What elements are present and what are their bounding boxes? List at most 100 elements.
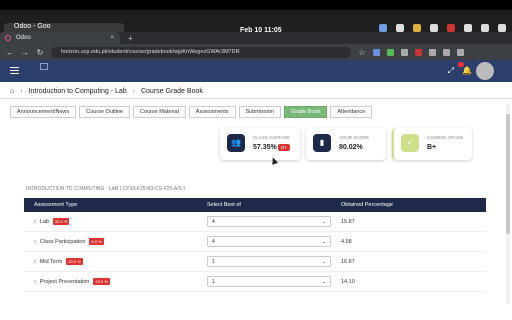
tray-icon[interactable] [413, 24, 421, 32]
home-icon[interactable]: ⌂ [10, 88, 14, 95]
best-of-cell: 4 ⌄ [207, 216, 341, 227]
best-of-select[interactable]: 4 ⌄ [207, 216, 331, 227]
chevron-right-icon: › [20, 87, 23, 95]
best-of-cell: 1 ⌄ [207, 276, 341, 287]
browser-tab-title: Odoo [16, 35, 31, 41]
chevron-right-icon[interactable]: › [34, 279, 36, 285]
extension-icon[interactable] [401, 48, 408, 56]
chevron-right-icon[interactable]: › [34, 219, 36, 225]
bookmark-star-icon[interactable]: ☆ [358, 48, 366, 57]
best-of-cell: 4 ⌄ [207, 236, 341, 247]
chevron-down-icon: ⌄ [321, 238, 326, 245]
tray-icon[interactable] [396, 24, 404, 32]
tab-assessments[interactable]: Assessments [188, 106, 236, 118]
best-of-value: 1 [212, 258, 215, 265]
breadcrumb-page: Course Grade Book [140, 87, 203, 95]
class-average-value: 57.35% [253, 144, 277, 151]
percentage-cell: 16.67 [341, 258, 355, 265]
system-tray [379, 24, 506, 32]
assessment-cell[interactable]: › Lab 30.0 % [24, 218, 207, 225]
browser-tabstrip: Odoo × + [0, 32, 512, 44]
app-header: ⤢ 🔔 [0, 60, 512, 82]
users-icon: 👥 [227, 134, 245, 152]
extension-icon[interactable] [415, 48, 422, 56]
back-icon[interactable]: ← [6, 48, 14, 57]
fullscreen-icon[interactable]: ⤢ [448, 66, 454, 76]
column-header-select-best-of: Select Best of [207, 202, 241, 208]
new-tab-icon[interactable]: + [128, 34, 133, 43]
your-score-label: YOUR SCORE [339, 135, 370, 140]
chevron-right-icon[interactable]: › [34, 239, 36, 245]
assessment-cell[interactable]: › Mid Term 20.0 % [24, 258, 207, 265]
weight-badge: 15.0 % [93, 278, 110, 285]
tab-course-material[interactable]: Course Material [132, 106, 186, 118]
table-header: Assessment Type Select Best of Obtained … [24, 198, 486, 212]
scrollbar-thumb[interactable] [506, 114, 510, 234]
tab-announcement-news[interactable]: Announcement/News [10, 106, 77, 118]
header-actions: ⤢ 🔔 [448, 66, 472, 76]
best-of-select[interactable]: 1 ⌄ [207, 276, 331, 287]
tab-course-outline[interactable]: Course Outline [79, 106, 130, 118]
chevron-down-icon: ⌄ [321, 218, 326, 225]
column-header-obtained-percentage: Obtained Percentage [341, 202, 393, 208]
extension-icon[interactable] [443, 48, 450, 56]
tray-icon[interactable] [430, 24, 438, 32]
table-row[interactable]: › Class Participation 5.0 % 4 ⌄ 4.58 [24, 232, 486, 252]
course-grade-label: COURSE GRADE [427, 135, 464, 140]
class-average-label: CLASS AVERAGE [253, 135, 291, 140]
best-of-value: 1 [212, 278, 215, 285]
url-input[interactable]: horizon.ucp.edu.pk/student/course/gradeb… [51, 46, 351, 58]
best-of-select[interactable]: 1 ⌄ [207, 256, 331, 267]
address-bar-row: ← → ↻ horizon.ucp.edu.pk/student/course/… [0, 44, 512, 60]
tab-attendance[interactable]: Attendance [330, 106, 373, 118]
extension-icon[interactable] [429, 48, 436, 56]
os-window-title: Odoo - Goo [14, 23, 51, 30]
table-row[interactable]: › Project Presentation 15.0 % 1 ⌄ 14.10 [24, 272, 486, 292]
course-grade-value: B+ [427, 144, 437, 151]
tab-grade-book[interactable]: Grade Book [283, 106, 328, 118]
volume-icon[interactable] [481, 24, 489, 32]
breadcrumb-course[interactable]: Introduction to Computing - Lab [29, 88, 127, 95]
summary-cards: 👥 CLASS AVERAGE 57.35% D+ ▮ YOUR SCORE 8… [220, 128, 472, 160]
assessment-name: Mid Term [39, 258, 63, 265]
breadcrumb: ⌂ › Introduction to Computing - Lab › Co… [10, 84, 512, 98]
chevron-right-icon: › [132, 87, 135, 95]
odoo-favicon-icon [5, 35, 11, 41]
tray-icon[interactable] [447, 24, 455, 32]
extension-icon[interactable] [373, 48, 380, 56]
assessment-cell[interactable]: › Class Participation 5.0 % [24, 238, 207, 245]
chevron-right-icon[interactable]: › [34, 259, 36, 265]
chevron-down-icon: ⌄ [321, 278, 326, 285]
divider [0, 98, 512, 99]
your-score-card: ▮ YOUR SCORE 80.02% [306, 128, 386, 160]
weight-badge: 5.0 % [89, 238, 104, 245]
logo [40, 63, 48, 70]
percentage-cell: 14.10 [341, 278, 355, 285]
table-row[interactable]: › Lab 30.0 % 4 ⌄ 15.87 [24, 212, 486, 232]
table-row[interactable]: › Mid Term 20.0 % 1 ⌄ 16.67 [24, 252, 486, 272]
tray-icon[interactable] [379, 24, 387, 32]
best-of-select[interactable]: 4 ⌄ [207, 236, 331, 247]
menu-icon[interactable] [457, 48, 464, 56]
assessment-cell[interactable]: › Project Presentation 15.0 % [24, 278, 207, 285]
gradebook-table: Assessment Type Select Best of Obtained … [24, 198, 486, 292]
forward-icon[interactable]: → [21, 48, 29, 57]
page-scrollbar[interactable] [506, 104, 510, 304]
browser-tab[interactable]: Odoo × [0, 32, 120, 44]
best-of-cell: 1 ⌄ [207, 256, 341, 267]
battery-icon[interactable] [498, 24, 506, 32]
extension-icon[interactable] [387, 48, 394, 56]
assessment-name: Class Participation [39, 238, 86, 245]
course-tabs: Announcement/News Course Outline Course … [10, 106, 373, 118]
chevron-down-icon: ⌄ [321, 258, 326, 265]
reload-icon[interactable]: ↻ [36, 48, 44, 57]
notification-bell-icon[interactable]: 🔔 [462, 66, 472, 76]
hamburger-menu-icon[interactable] [10, 67, 19, 74]
section-title: INTRODUCTION TO COMPUTING - LAB ( CP10-F… [26, 186, 186, 192]
avatar[interactable] [476, 62, 494, 80]
tab-submission[interactable]: Submission [238, 106, 281, 118]
os-top-bar: Odoo - Goo Feb 10 11:05 [0, 10, 512, 37]
close-icon[interactable]: × [110, 32, 114, 44]
wifi-icon[interactable] [464, 24, 472, 32]
percentage-cell: 4.58 [341, 238, 352, 245]
